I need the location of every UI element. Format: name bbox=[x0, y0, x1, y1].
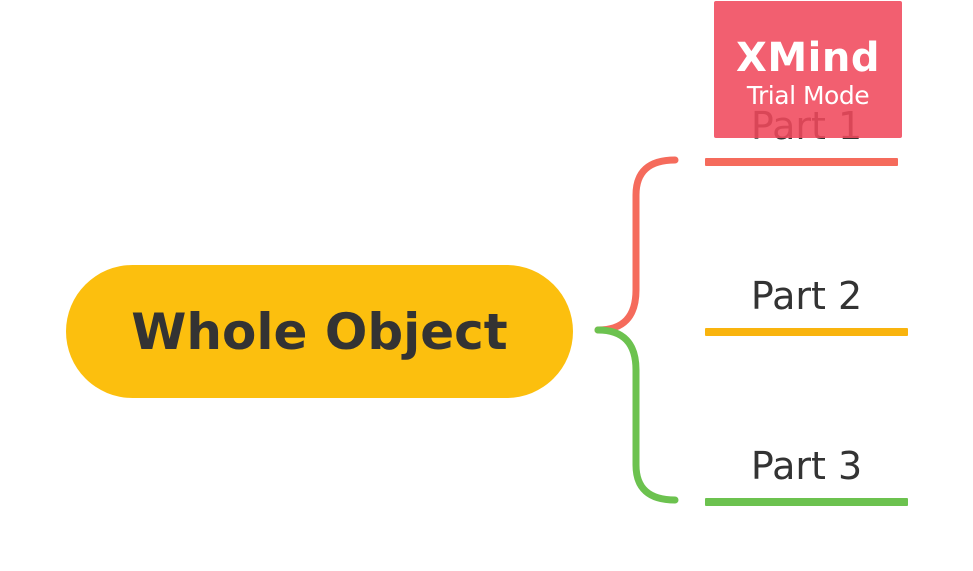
brace-lower-branch bbox=[594, 326, 679, 504]
central-topic[interactable]: Whole Object bbox=[66, 265, 573, 398]
subtopic-underline bbox=[705, 498, 908, 506]
mind-map-canvas: Whole Object Part 1 Part 2 Part 3 XMind … bbox=[0, 0, 973, 571]
subtopic-label: Part 3 bbox=[750, 444, 863, 488]
subtopic-underline bbox=[705, 328, 908, 336]
subtopic-part-2[interactable]: Part 2 bbox=[705, 266, 908, 336]
subtopic-part-3[interactable]: Part 3 bbox=[705, 436, 908, 506]
subtopic-label: Part 2 bbox=[750, 274, 863, 318]
watermark-subtitle: Trial Mode bbox=[746, 80, 870, 110]
central-topic-label: Whole Object bbox=[131, 302, 508, 361]
watermark-title: XMind bbox=[736, 34, 880, 81]
brace-upper-branch bbox=[594, 156, 679, 334]
trial-watermark: XMind Trial Mode bbox=[714, 1, 902, 138]
subtopic-underline bbox=[705, 158, 898, 166]
